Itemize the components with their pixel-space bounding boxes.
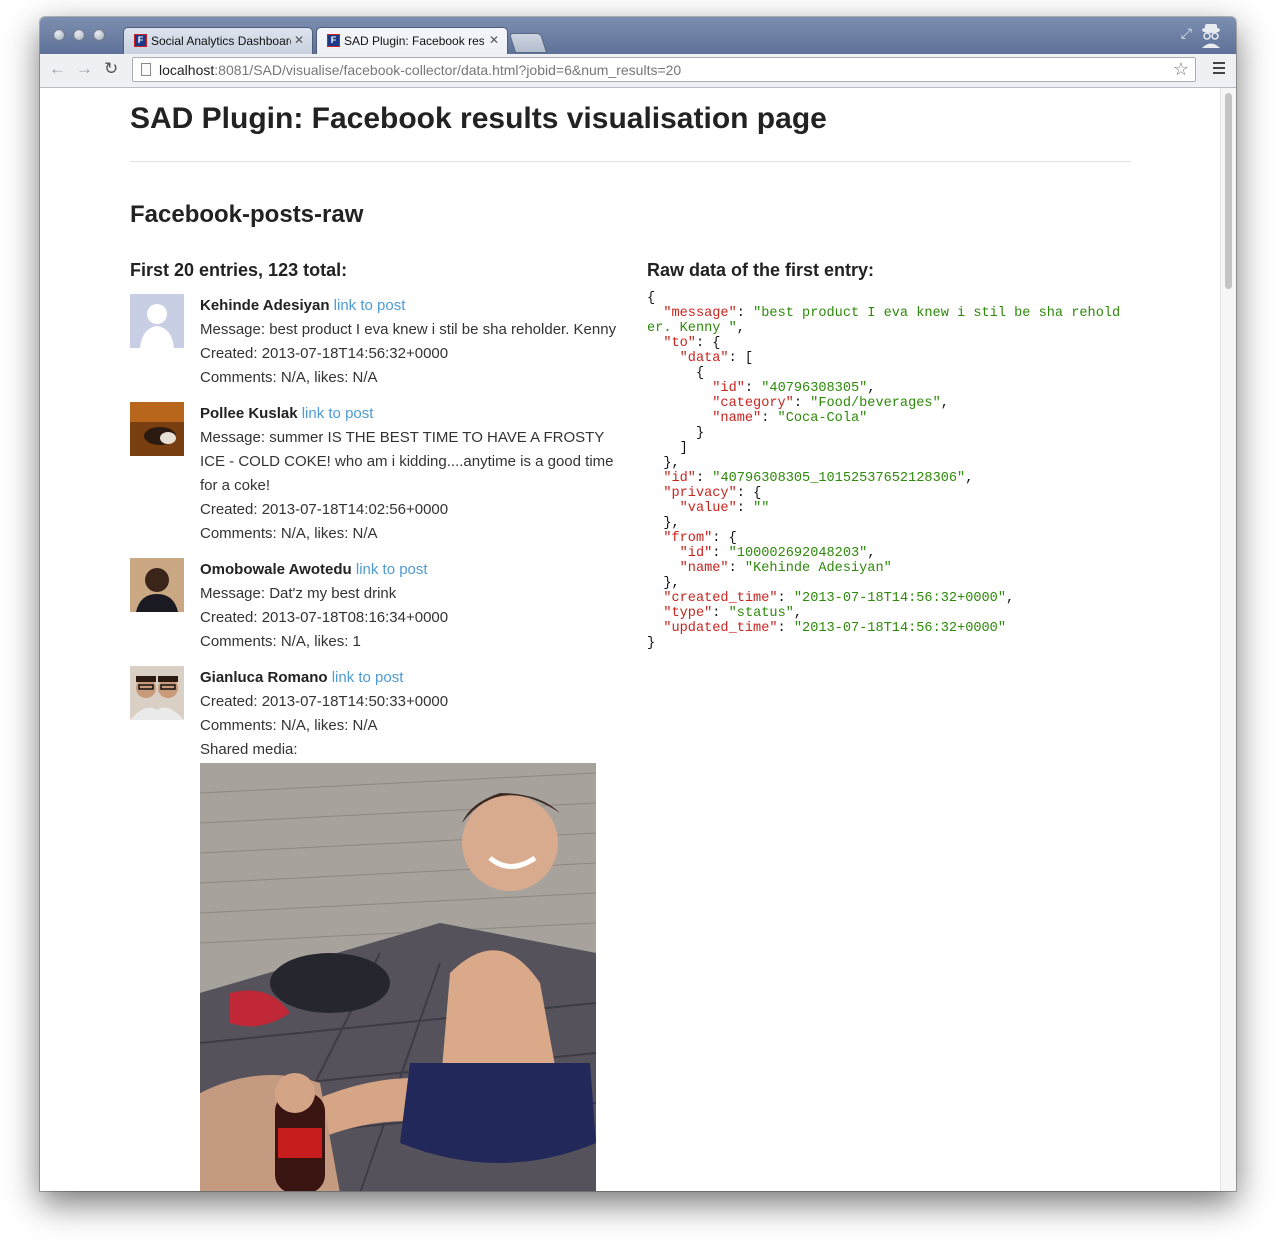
star-icon[interactable]: ☆ (1173, 59, 1189, 80)
post-stats: Comments: N/A, likes: N/A (200, 369, 378, 386)
post-message: Message: Dat'z my best drink (200, 585, 397, 602)
page-viewport: SAD Plugin: Facebook results visualisati… (40, 88, 1220, 1191)
fullscreen-icon[interactable]: ⤢ (1181, 25, 1192, 42)
forward-icon[interactable]: → (76, 59, 93, 79)
scrollbar-thumb[interactable] (1225, 93, 1232, 289)
tab-close-icon[interactable]: ✕ (489, 33, 499, 47)
back-icon[interactable]: ← (49, 59, 66, 79)
post-created: Created: 2013-07-18T14:50:33+0000 (200, 693, 449, 710)
reload-icon[interactable]: ↻ (104, 59, 118, 79)
section-title: Facebook-posts-raw (130, 201, 364, 228)
entries-heading: First 20 entries, 123 total: (130, 260, 348, 280)
tab-label: Social Analytics Dashboard (151, 34, 291, 48)
divider (130, 161, 1131, 162)
tab-social-analytics[interactable]: F Social Analytics Dashboard ✕ (123, 27, 313, 54)
page-title: SAD Plugin: Facebook results visualisati… (130, 102, 827, 135)
menu-icon[interactable] (1213, 62, 1225, 74)
vertical-scrollbar[interactable] (1220, 88, 1236, 1191)
post-stats: Comments: N/A, likes: N/A (200, 525, 378, 542)
browser-window: F Social Analytics Dashboard ✕ F SAD Plu… (40, 17, 1236, 1191)
zoom-window-button[interactable] (93, 29, 105, 41)
title-bar: F Social Analytics Dashboard ✕ F SAD Plu… (40, 17, 1236, 54)
favicon-icon: F (134, 34, 147, 47)
page-icon (141, 63, 151, 76)
link-to-post[interactable]: link to post (356, 561, 428, 578)
tab-close-icon[interactable]: ✕ (294, 33, 304, 47)
tab-label: SAD Plugin: Facebook resu (344, 34, 484, 48)
shared-media-label: Shared media: (200, 741, 298, 758)
author-name: Kehinde Adesiyan (200, 297, 330, 314)
favicon-icon: F (327, 34, 340, 47)
incognito-icon (1198, 21, 1224, 49)
link-to-post[interactable]: link to post (334, 297, 406, 314)
post-message: Message: best product I eva knew i stil … (200, 321, 617, 338)
toolbar: ← → ↻ localhost:8081/SAD/visualise/faceb… (40, 54, 1236, 88)
avatar (130, 402, 184, 456)
post-stats: Comments: N/A, likes: 1 (200, 633, 361, 650)
new-tab-button[interactable] (508, 33, 548, 53)
post-created: Created: 2013-07-18T14:56:32+0000 (200, 345, 449, 362)
tab-sad-plugin[interactable]: F SAD Plugin: Facebook resu ✕ (316, 27, 508, 54)
post-stats: Comments: N/A, likes: N/A (200, 717, 378, 734)
post-created: Created: 2013-07-18T14:02:56+0000 (200, 501, 449, 518)
raw-json-block: { "message": "best product I eva knew i … (647, 291, 1121, 651)
url-text[interactable]: localhost:8081/SAD/visualise/facebook-co… (159, 62, 681, 78)
address-bar[interactable]: localhost:8081/SAD/visualise/facebook-co… (132, 57, 1196, 82)
link-to-post[interactable]: link to post (302, 405, 374, 422)
avatar (130, 666, 184, 720)
close-window-button[interactable] (53, 29, 65, 41)
post-message: Message: summer IS THE BEST TIME TO HAVE… (200, 429, 614, 494)
avatar (130, 294, 184, 348)
author-name: Pollee Kuslak (200, 405, 298, 422)
post-created: Created: 2013-07-18T08:16:34+0000 (200, 609, 449, 626)
avatar (130, 558, 184, 612)
author-name: Omobowale Awotedu (200, 561, 352, 578)
shared-media-image[interactable] (200, 763, 596, 1191)
author-name: Gianluca Romano (200, 669, 328, 686)
raw-data-heading: Raw data of the first entry: (647, 260, 875, 280)
link-to-post[interactable]: link to post (332, 669, 404, 686)
minimize-window-button[interactable] (73, 29, 85, 41)
